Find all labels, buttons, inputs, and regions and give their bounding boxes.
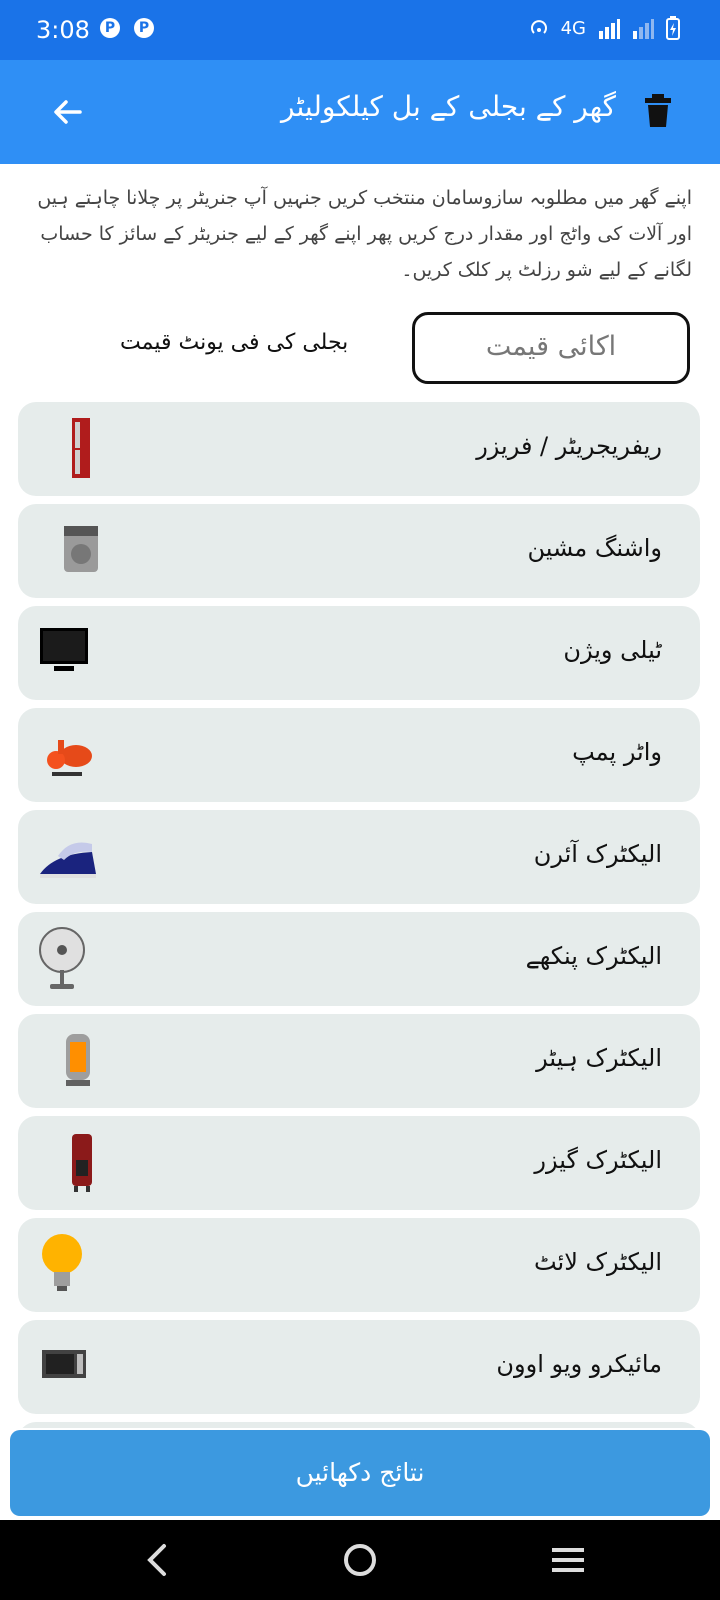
app-notification-icon: P [100, 18, 120, 38]
unit-price-input[interactable]: اکائی قیمت [412, 312, 690, 384]
show-results-button[interactable]: نتائج دکھائیں [10, 1430, 710, 1516]
trash-icon[interactable] [644, 94, 672, 128]
appliance-item-iron[interactable]: الیکٹرک آئرن [18, 810, 700, 904]
intro-text: اپنے گھر میں مطلوبہ سازوسامان منتخب کریں… [37, 187, 692, 281]
appliance-item-fan[interactable]: الیکٹرک پنکھے [18, 912, 700, 1006]
light-bulb-icon [42, 1234, 82, 1291]
iron-icon [40, 842, 96, 878]
page-title: گھر کے بجلی کے بل کیلکولیٹر [281, 90, 616, 123]
battery-charging-icon [666, 16, 680, 40]
microwave-icon [42, 1350, 86, 1378]
appliance-list: ریفریجریٹر / فریزر واشنگ مشین ٹیلی ویژن … [18, 402, 700, 1428]
navigation-bar [0, 1520, 720, 1600]
status-time: 3:08 [36, 16, 90, 44]
status-right-icons: 4G [529, 16, 680, 40]
appliance-item-refrigerator[interactable]: ریفریجریٹر / فریزر [18, 402, 700, 496]
unit-price-label: بجلی کی فی یونٹ قیمت [120, 330, 349, 355]
appliance-label: ریفریجریٹر / فریزر [476, 432, 662, 460]
geyser-icon [72, 1134, 92, 1192]
signal-icon [599, 19, 620, 39]
appliance-item-heater[interactable]: الیکٹرک ہیٹر [18, 1014, 700, 1108]
network-type: 4G [560, 17, 586, 39]
appliance-label: واشنگ مشین [527, 534, 663, 562]
list-item [18, 1422, 700, 1428]
refrigerator-icon [72, 418, 90, 478]
appliance-item-television[interactable]: ٹیلی ویژن [18, 606, 700, 700]
signal-weak-icon [633, 19, 654, 39]
app-bar: گھر کے بجلی کے بل کیلکولیٹر [0, 60, 720, 164]
status-bar: 3:08 P P 4G [0, 0, 720, 60]
nav-home-icon[interactable] [338, 1540, 382, 1580]
appliance-label: واٹر پمپ [572, 738, 662, 766]
heater-icon [66, 1034, 90, 1086]
app-notification-icon: P [134, 18, 154, 38]
appliance-label: ٹیلی ویژن [563, 636, 662, 664]
television-icon [40, 628, 88, 671]
appliance-label: الیکٹرک گیزر [534, 1146, 662, 1174]
appliance-label: الیکٹرک لائٹ [533, 1248, 662, 1276]
appliance-label: مائیکرو ویو اوون [496, 1350, 662, 1378]
appliance-item-washing-machine[interactable]: واشنگ مشین [18, 504, 700, 598]
appliance-label: الیکٹرک پنکھے [525, 942, 662, 970]
fan-icon [39, 927, 85, 989]
appliance-label: الیکٹرک آئرن [533, 840, 662, 868]
appliance-label: الیکٹرک ہیٹر [536, 1044, 662, 1072]
arrow-left-icon[interactable] [48, 92, 88, 132]
appliance-item-geyser[interactable]: الیکٹرک گیزر [18, 1116, 700, 1210]
appliance-item-water-pump[interactable]: واٹر پمپ [18, 708, 700, 802]
nav-recents-icon[interactable] [546, 1540, 590, 1580]
nav-back-icon[interactable] [136, 1540, 180, 1580]
hotspot-icon [530, 20, 547, 34]
water-pump-icon [47, 740, 92, 776]
appliance-item-light[interactable]: الیکٹرک لائٹ [18, 1218, 700, 1312]
appliance-item-microwave[interactable]: مائیکرو ویو اوون [18, 1320, 700, 1414]
washing-machine-icon [64, 526, 98, 572]
